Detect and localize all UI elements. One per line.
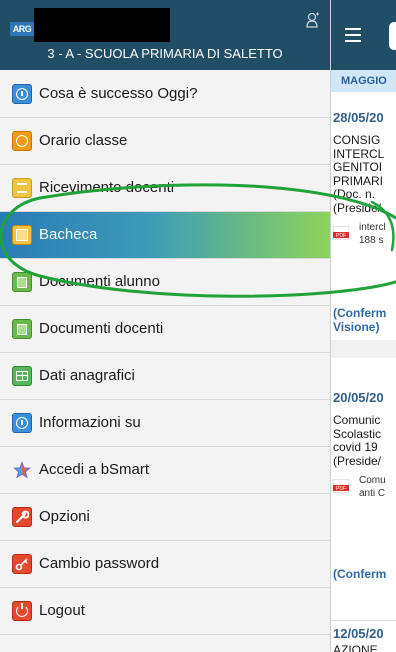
menu-item-label: Ricevimento docenti	[39, 179, 175, 196]
post-text-line: PRIMARI	[333, 173, 384, 188]
attachment-name[interactable]: intercl	[359, 222, 386, 234]
confirm-link[interactable]: Visione)	[333, 320, 379, 334]
menu-item-opzioni[interactable]: Opzioni	[0, 494, 330, 541]
menu-item-label: Cambio password	[39, 555, 160, 572]
post-text-line: GENITOI	[333, 160, 383, 174]
document-icon	[12, 178, 32, 198]
post-separator	[331, 340, 396, 358]
top-bar	[331, 0, 396, 70]
post-text-line: INTERCL	[333, 146, 385, 161]
post-date: 28/05/20	[333, 110, 384, 125]
post-text-line: covid 19	[333, 440, 378, 454]
post-text-line: Scolastic	[333, 426, 382, 441]
menu-item-label: Accedi a bSmart	[39, 461, 150, 478]
svg-text:PDF: PDF	[336, 233, 346, 239]
attachment-name[interactable]: anti C	[359, 488, 385, 500]
hamburger-menu-icon[interactable]	[345, 28, 361, 42]
post-text-line: (Preside/	[333, 200, 382, 215]
search-input[interactable]	[389, 22, 396, 50]
pdf-icon[interactable]: PDF	[333, 226, 349, 240]
menu-item-label: Cosa è successo Oggi?	[39, 85, 198, 102]
confirm-link[interactable]: (Conferm	[333, 306, 386, 320]
info-icon	[12, 84, 32, 104]
board-icon	[12, 225, 32, 245]
bacheca-post[interactable]: 28/05/20 CONSIG INTERCL GENITOI PRIMARI …	[331, 92, 396, 341]
menu-item-cosa-successo-oggi[interactable]: Cosa è successo Oggi?	[0, 71, 330, 118]
power-icon	[12, 601, 32, 621]
key-icon	[12, 554, 32, 574]
menu-item-label: Logout	[39, 602, 85, 619]
menu-item-label: Informazioni su	[39, 414, 141, 431]
post-text-line: CONSIG	[333, 133, 381, 147]
menu-item-cambio-password[interactable]: Cambio password	[0, 541, 330, 588]
menu-item-dati-anagrafici[interactable]: Dati anagrafici	[0, 353, 330, 400]
post-text-line: AZIONE	[333, 643, 378, 652]
table-icon	[12, 366, 32, 386]
info-icon	[12, 413, 32, 433]
attachment-name[interactable]: 188 s	[359, 235, 383, 247]
post-text-line: (Preside/	[333, 453, 382, 468]
school-title: 3 - A - SCUOLA PRIMARIA DI SALETTO	[47, 46, 283, 61]
post-text-line: (Doc. n.	[333, 187, 376, 201]
menu-item-documenti-docenti[interactable]: Documenti docenti	[0, 306, 330, 353]
menu-item-documenti-alunno[interactable]: Documenti alunno	[0, 259, 330, 306]
documents-icon	[12, 319, 32, 339]
attachment-name[interactable]: Comu	[359, 475, 386, 487]
bacheca-panel: MAGGIO 28/05/20 CONSIG INTERCL GENITOI P…	[331, 0, 396, 652]
clock-icon	[12, 131, 32, 151]
menu-item-logout[interactable]: Logout	[0, 588, 330, 635]
app-logo: ARG	[10, 22, 34, 36]
menu-item-label: Orario classe	[39, 132, 128, 149]
menu-item-label: Documenti docenti	[39, 320, 164, 337]
menu-item-label: Opzioni	[39, 508, 90, 525]
post-date: 20/05/20	[333, 390, 384, 405]
bacheca-post[interactable]: 20/05/20 Comunic Scolastic covid 19 (Pre…	[331, 358, 396, 621]
sidebar-menu: ARG 3 - A - SCUOLA PRIMARIA DI SALETTO C…	[0, 0, 331, 652]
sidebar-header: ARG 3 - A - SCUOLA PRIMARIA DI SALETTO	[0, 0, 330, 70]
menu-item-label: Bacheca	[39, 226, 98, 243]
documents-icon	[12, 272, 32, 292]
bacheca-post[interactable]: 12/05/20 AZIONE	[331, 620, 396, 652]
menu-item-label: Dati anagrafici	[39, 367, 135, 384]
user-switch-icon[interactable]	[306, 12, 320, 30]
menu-item-label: Documenti alunno	[39, 273, 160, 290]
confirm-link[interactable]: (Conferm	[333, 567, 386, 581]
menu-item-orario-classe[interactable]: Orario classe	[0, 118, 330, 165]
menu-item-informazioni-su[interactable]: Informazioni su	[0, 400, 330, 447]
menu-item-accedi-bsmart[interactable]: Accedi a bSmart	[0, 447, 330, 494]
bsmart-icon	[12, 460, 32, 480]
post-date: 12/05/20	[333, 626, 384, 641]
wrench-icon	[12, 507, 32, 527]
menu-item-bacheca[interactable]: Bacheca	[0, 212, 330, 259]
sidebar-menu-list: Cosa è successo Oggi? Orario classe Rice…	[0, 71, 330, 635]
post-text-line: Comunic	[333, 413, 381, 427]
pdf-icon[interactable]: PDF	[333, 479, 349, 493]
menu-item-ricevimento-docenti[interactable]: Ricevimento docenti	[0, 165, 330, 212]
month-header: MAGGIO	[331, 70, 396, 92]
svg-text:PDF: PDF	[336, 486, 346, 492]
redacted-area	[34, 8, 170, 42]
